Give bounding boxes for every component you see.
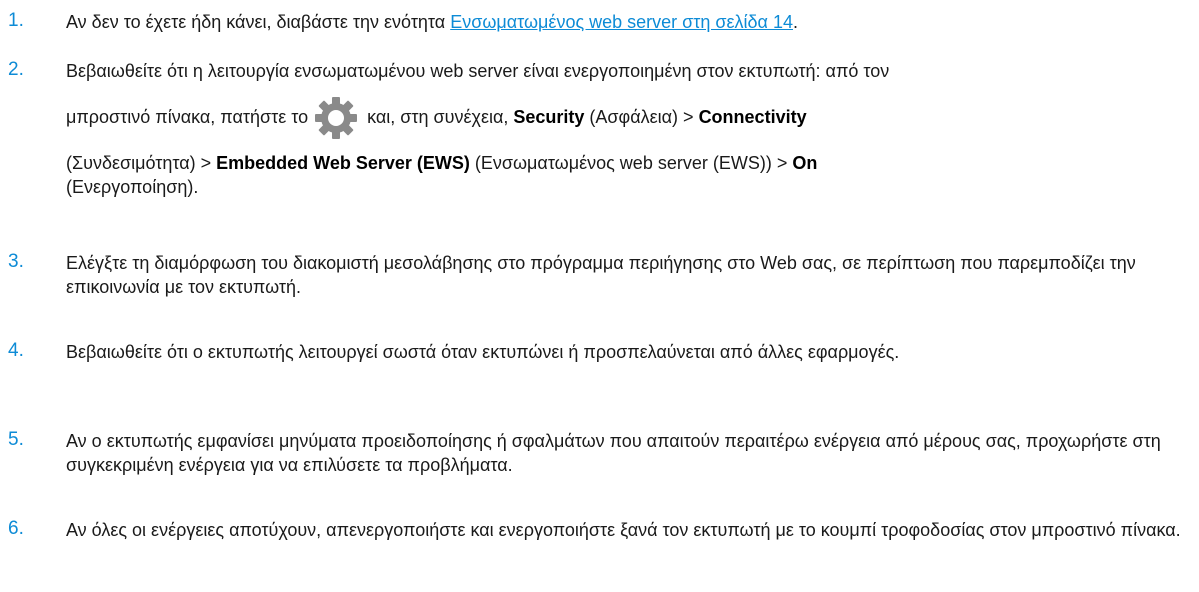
step-text: Βεβαιωθείτε ότι ο εκτυπωτής λειτουργεί σ… — [66, 342, 900, 362]
step-text: Ελέγξτε τη διαμόρφωση του διακομιστή μεσ… — [66, 253, 1136, 297]
step-text-pre: μπροστινό πίνακα, πατήστε το — [66, 107, 309, 127]
step-number: 1. — [8, 10, 24, 31]
step-line-4: (Ενεργοποίηση). — [66, 177, 199, 197]
menu-security: Security — [513, 107, 585, 127]
menu-ews: Embedded Web Server (EWS) — [216, 153, 470, 173]
step-number: 5. — [8, 429, 24, 450]
menu-connectivity: Connectivity — [698, 107, 807, 127]
step-text: Αν ο εκτυπωτής εμφανίσει μηνύματα προειδ… — [66, 431, 1161, 475]
step-text: Βεβαιωθείτε ότι η λειτουργία ενσωματωμέν… — [66, 59, 1185, 199]
step-text: Αν όλες οι ενέργειες αποτύχουν, απενεργο… — [66, 520, 1181, 540]
section-link[interactable]: Ενσωματωμένος web server στη σελίδα 14 — [450, 12, 793, 32]
step-line-2: μπροστινό πίνακα, πατήστε το και, στη συ… — [66, 97, 1185, 140]
gear-icon — [314, 96, 358, 140]
step-number: 6. — [8, 518, 24, 539]
menu-security-translation: (Ασφάλεια) > — [584, 107, 699, 127]
step-number: 4. — [8, 340, 24, 361]
step-line-1: Βεβαιωθείτε ότι η λειτουργία ενσωματωμέν… — [66, 61, 890, 81]
step-number: 2. — [8, 59, 24, 80]
menu-connectivity-translation: (Συνδεσιμότητα) > — [66, 153, 217, 173]
step-text-post: . — [793, 12, 799, 32]
step-text-pre: Αν δεν το έχετε ήδη κάνει, διαβάστε την … — [66, 12, 451, 32]
step-number: 3. — [8, 251, 24, 272]
menu-ews-translation: (Ενσωματωμένος web server (EWS)) > — [469, 153, 793, 173]
step-text-mid: και, στη συνέχεια, — [362, 107, 514, 127]
step-line-3: (Συνδεσιμότητα) > Embedded Web Server (E… — [66, 151, 1185, 175]
step-text: Αν δεν το έχετε ήδη κάνει, διαβάστε την … — [66, 10, 1185, 34]
menu-on: On — [792, 153, 818, 173]
